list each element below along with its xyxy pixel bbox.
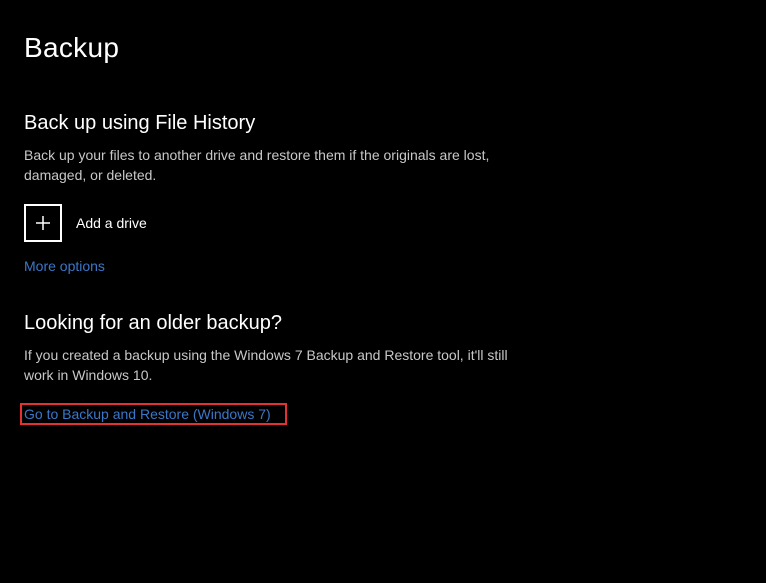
add-drive-label: Add a drive bbox=[76, 215, 147, 231]
file-history-description: Back up your files to another drive and … bbox=[24, 145, 514, 186]
file-history-heading: Back up using File History bbox=[24, 112, 514, 135]
plus-icon bbox=[24, 204, 62, 242]
add-drive-button[interactable]: Add a drive bbox=[24, 204, 514, 242]
older-backup-description: If you created a backup using the Window… bbox=[24, 345, 514, 386]
older-backup-section: Looking for an older backup? If you crea… bbox=[24, 312, 514, 426]
file-history-section: Back up using File History Back up your … bbox=[24, 112, 514, 276]
backup-restore-win7-link[interactable]: Go to Backup and Restore (Windows 7) bbox=[20, 403, 287, 425]
more-options-link[interactable]: More options bbox=[24, 258, 105, 274]
older-backup-heading: Looking for an older backup? bbox=[24, 312, 514, 335]
page-title: Backup bbox=[24, 32, 742, 64]
